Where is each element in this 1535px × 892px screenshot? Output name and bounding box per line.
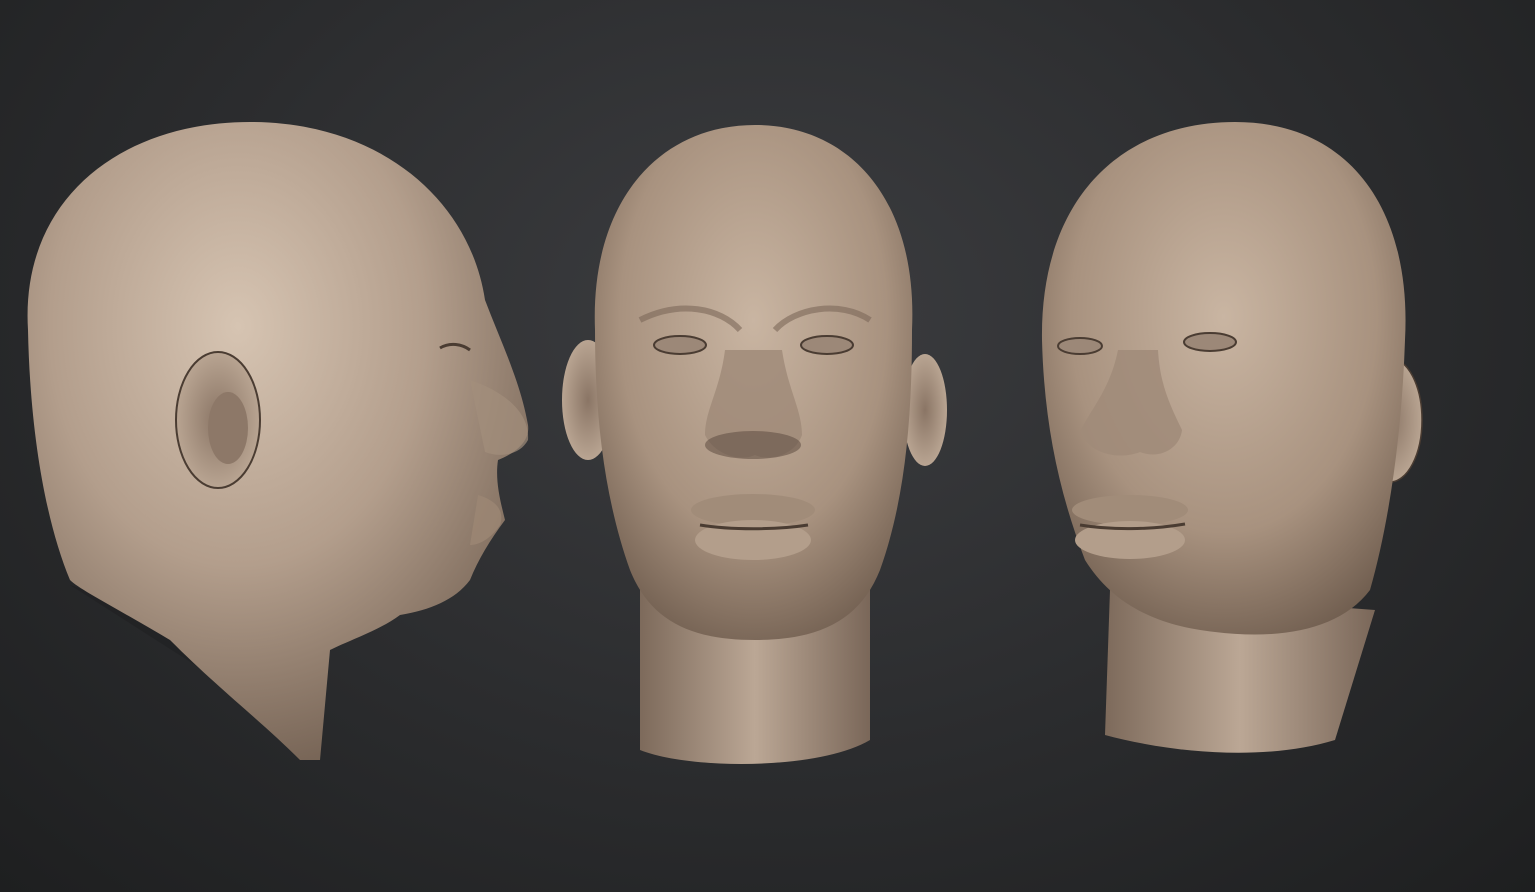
tq-eye-left	[1057, 337, 1103, 355]
front-eye-right	[800, 335, 854, 355]
tq-head-silhouette	[1041, 122, 1406, 635]
tq-eye-right	[1183, 332, 1237, 352]
front-eye-left	[653, 335, 707, 355]
head-side-view	[0, 0, 560, 892]
tq-upper-lip	[1072, 495, 1188, 525]
side-ear-inner	[208, 392, 248, 464]
head-three-quarter-view	[1000, 0, 1460, 892]
sculpt-viewport	[0, 0, 1535, 892]
front-nostrils	[705, 431, 801, 459]
side-head-silhouette	[27, 122, 529, 760]
head-front-view	[540, 0, 980, 892]
